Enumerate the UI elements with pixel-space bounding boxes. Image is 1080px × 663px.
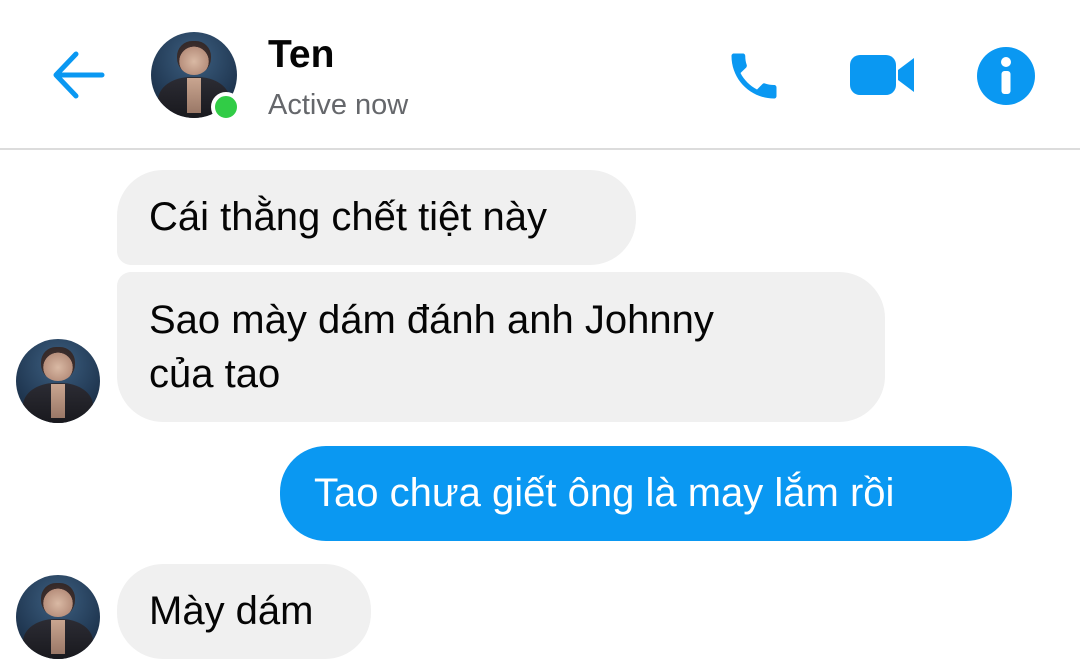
message-text: Tao chưa giết ông là may lắm rồi xyxy=(314,471,895,515)
contact-avatar[interactable] xyxy=(151,32,241,122)
conversation-header: Ten Active now xyxy=(0,0,1080,150)
avatar xyxy=(16,339,100,423)
incoming-message-bubble[interactable]: Mày dám xyxy=(117,564,371,659)
incoming-message-bubble[interactable]: Cái thằng chết tiệt này xyxy=(117,170,636,265)
info-icon xyxy=(977,47,1035,105)
message-text: Cái thằng chết tiệt này xyxy=(149,195,548,239)
sender-avatar[interactable] xyxy=(16,575,100,659)
phone-icon xyxy=(731,53,777,99)
outgoing-message-bubble[interactable]: Tao chưa giết ông là may lắm rồi xyxy=(280,446,1012,541)
video-camera-icon xyxy=(850,55,914,95)
incoming-message-bubble[interactable]: Sao mày dám đánh anh Johnny của tao xyxy=(117,272,885,422)
sender-avatar[interactable] xyxy=(16,339,100,423)
avatar xyxy=(16,575,100,659)
contact-status: Active now xyxy=(268,89,409,121)
back-button[interactable] xyxy=(50,48,108,102)
video-call-button[interactable] xyxy=(848,50,916,100)
info-button[interactable] xyxy=(976,46,1036,106)
online-status-dot xyxy=(211,92,241,122)
contact-name[interactable]: Ten xyxy=(268,33,334,77)
voice-call-button[interactable] xyxy=(724,46,784,106)
message-text-line: Sao mày dám đánh anh Johnny xyxy=(149,298,714,342)
back-arrow-icon xyxy=(53,51,105,99)
message-text: Mày dám xyxy=(149,589,314,633)
message-text-line: của tao xyxy=(149,352,281,396)
